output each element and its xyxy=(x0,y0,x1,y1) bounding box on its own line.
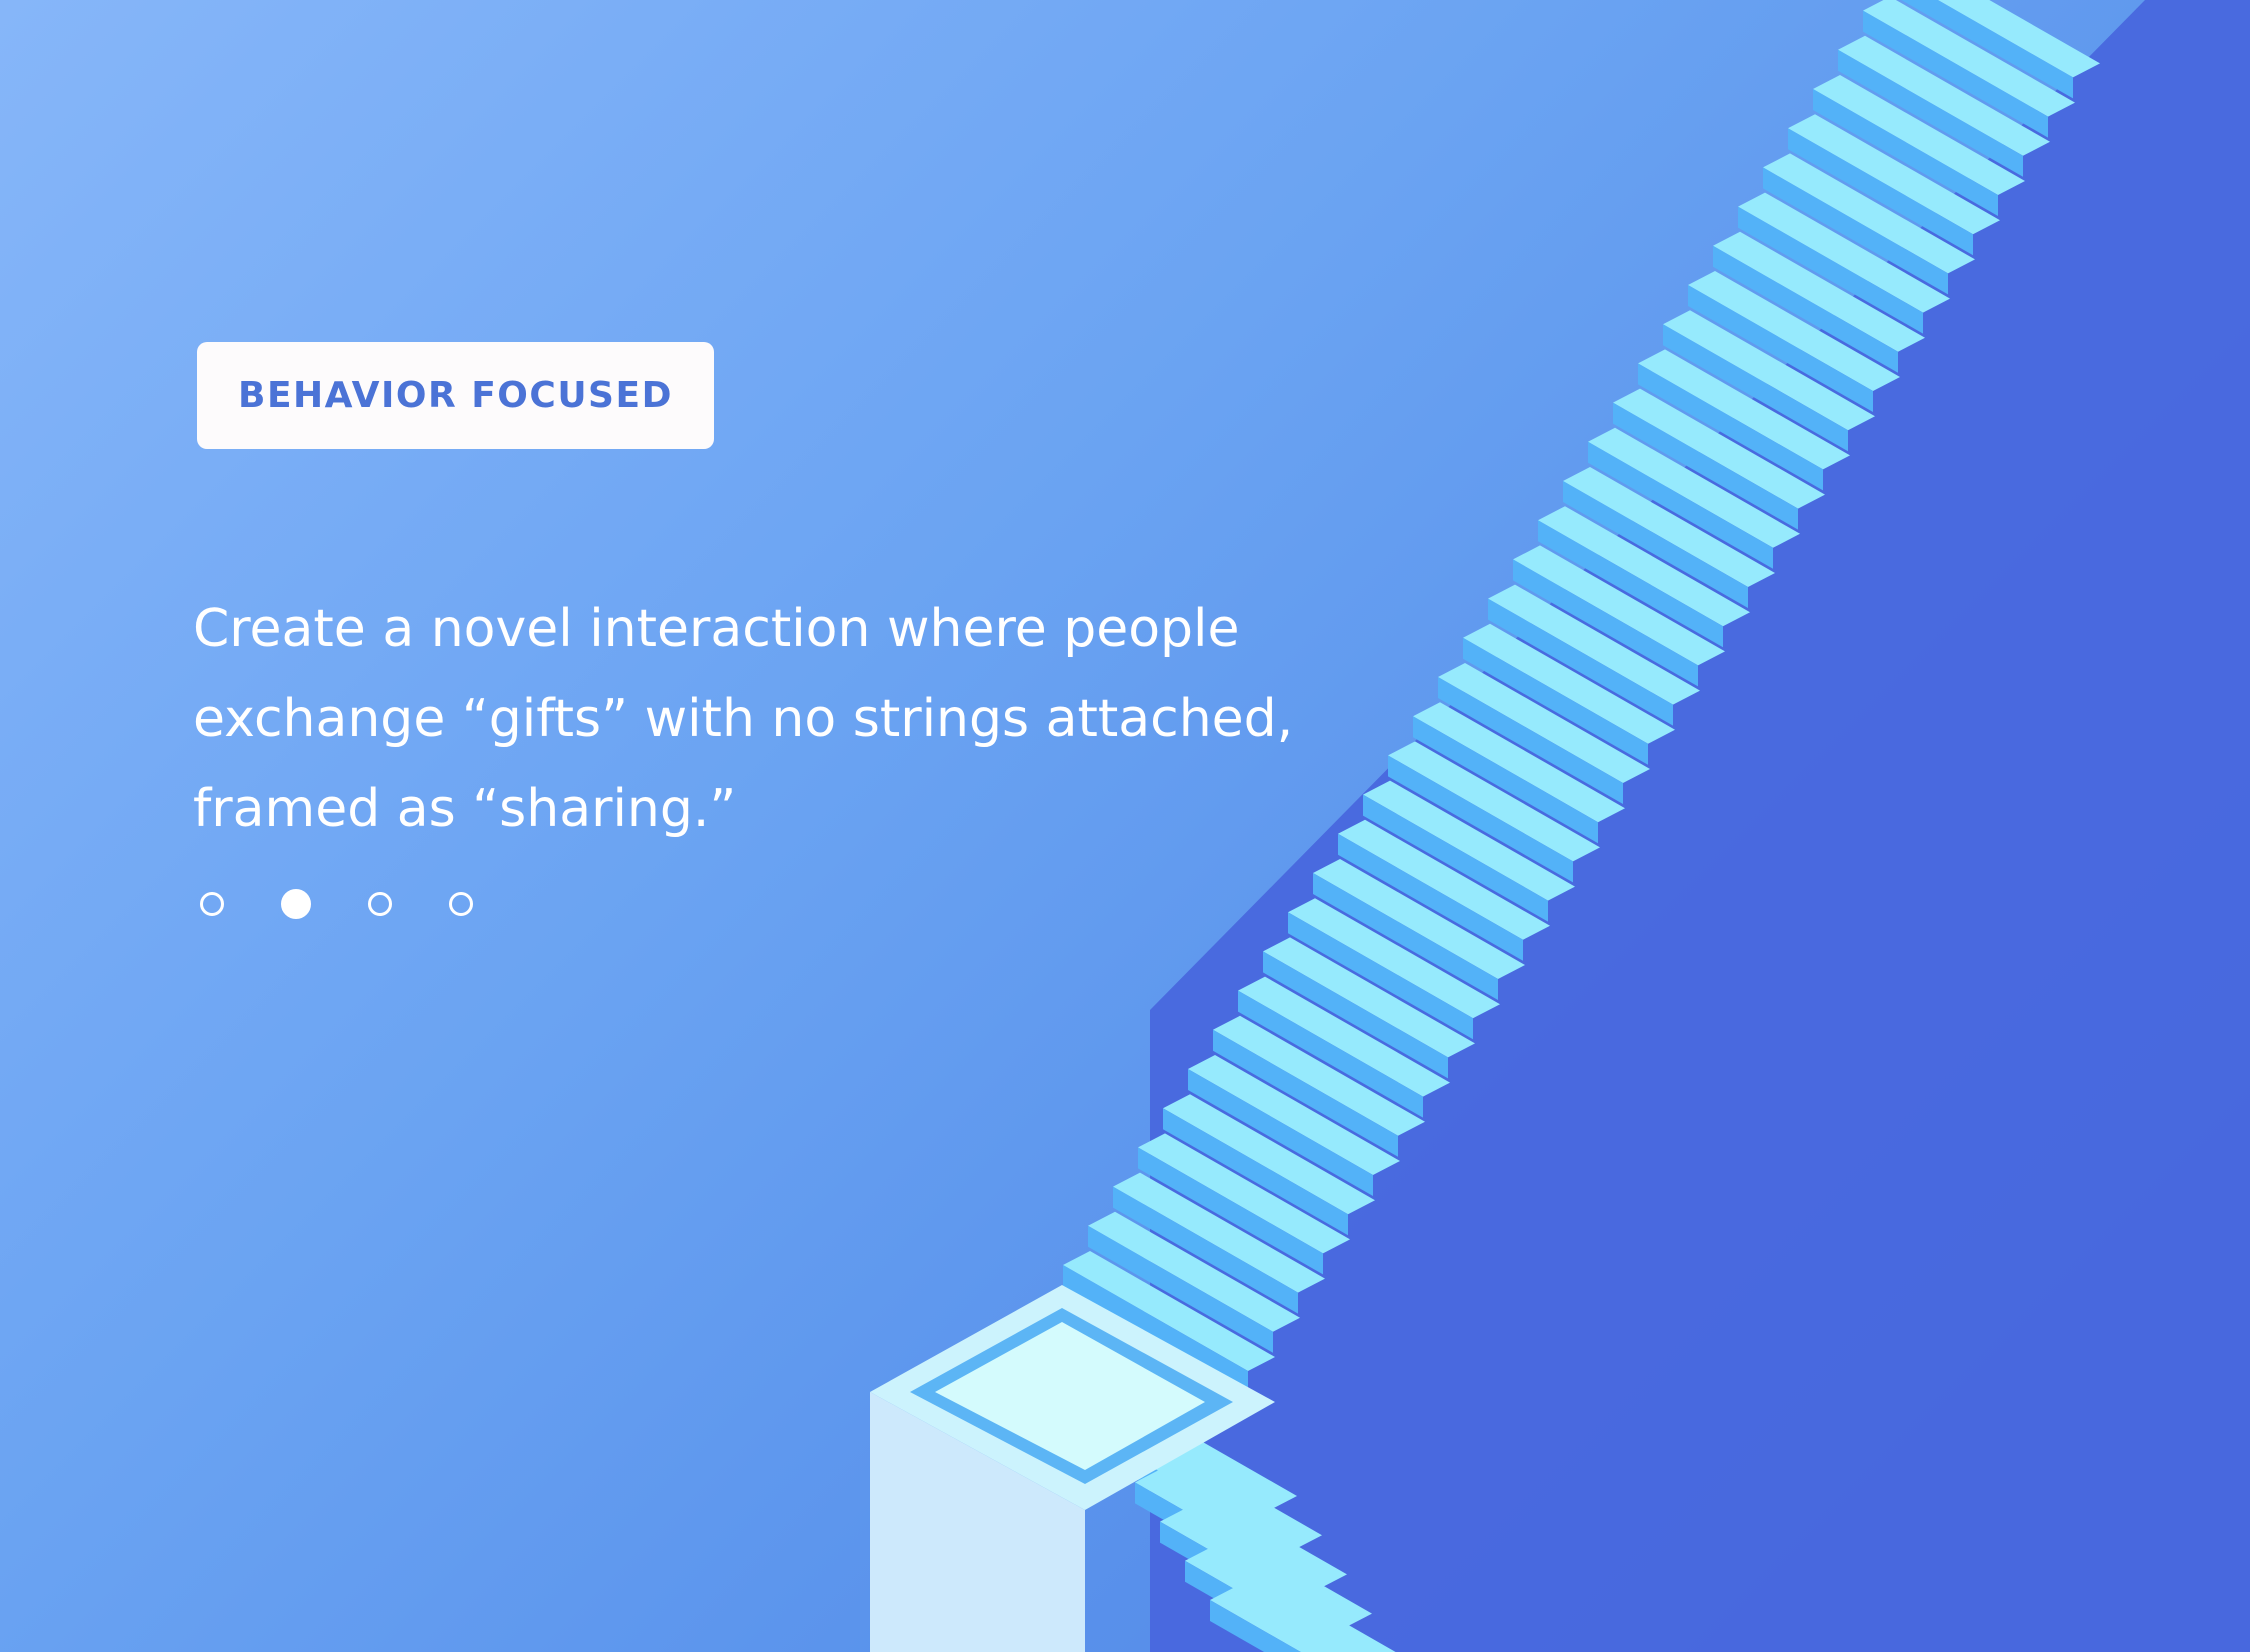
pagination-dots xyxy=(200,889,473,919)
pagination-dot-1[interactable] xyxy=(200,892,224,916)
headline-line-2: exchange “gifts” with no strings attache… xyxy=(193,689,1294,749)
headline-line-1: Create a novel interaction where people xyxy=(193,599,1240,659)
headline-line-3: framed as “sharing.” xyxy=(193,779,737,839)
pagination-dot-2[interactable] xyxy=(281,889,311,919)
category-tag: BEHAVIOR FOCUSED xyxy=(197,342,714,449)
pagination-dot-4[interactable] xyxy=(449,892,473,916)
headline-text: Create a novel interaction where people … xyxy=(193,584,1373,854)
pagination-dot-3[interactable] xyxy=(368,892,392,916)
